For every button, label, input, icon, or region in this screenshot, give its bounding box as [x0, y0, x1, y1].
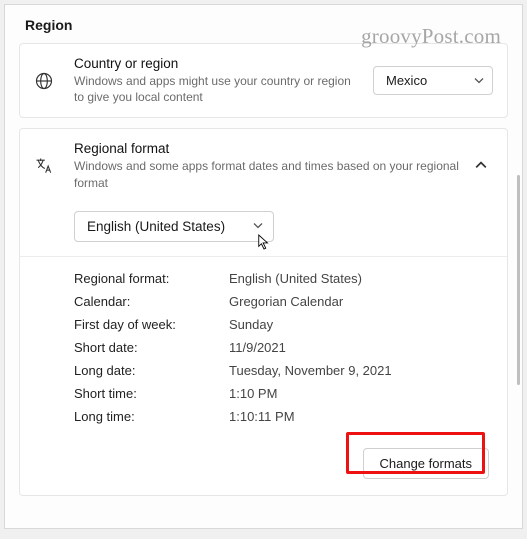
- country-subtext: Windows and apps might use your country …: [74, 73, 363, 105]
- country-dropdown-value: Mexico: [386, 73, 427, 88]
- scrollbar[interactable]: [517, 175, 520, 385]
- detail-row: First day of week:Sunday: [74, 317, 493, 332]
- detail-row: Short date:11/9/2021: [74, 340, 493, 355]
- regional-format-header-row[interactable]: Regional format Windows and some apps fo…: [20, 129, 507, 202]
- chevron-up-icon[interactable]: [469, 159, 493, 174]
- detail-value: 11/9/2021: [229, 340, 493, 355]
- regional-heading: Regional format: [74, 141, 459, 156]
- regional-format-dropdown-value: English (United States): [87, 219, 225, 234]
- detail-row: Regional format:English (United States): [74, 271, 493, 286]
- detail-label: Long date:: [74, 363, 229, 378]
- detail-value: Gregorian Calendar: [229, 294, 493, 309]
- detail-label: Regional format:: [74, 271, 229, 286]
- page-title: Region: [25, 17, 508, 33]
- detail-label: Short time:: [74, 386, 229, 401]
- chevron-down-icon: [474, 73, 484, 88]
- chevron-down-icon: [253, 219, 263, 234]
- regional-format-card: Regional format Windows and some apps fo…: [19, 128, 508, 495]
- detail-label: First day of week:: [74, 317, 229, 332]
- globe-icon: [34, 71, 74, 91]
- country-dropdown[interactable]: Mexico: [373, 66, 493, 95]
- detail-row: Short time:1:10 PM: [74, 386, 493, 401]
- country-heading: Country or region: [74, 56, 363, 71]
- detail-row: Calendar:Gregorian Calendar: [74, 294, 493, 309]
- change-formats-button[interactable]: Change formats: [363, 448, 490, 479]
- detail-value: Sunday: [229, 317, 493, 332]
- detail-row: Long date:Tuesday, November 9, 2021: [74, 363, 493, 378]
- detail-value: Tuesday, November 9, 2021: [229, 363, 493, 378]
- detail-value: 1:10 PM: [229, 386, 493, 401]
- detail-label: Short date:: [74, 340, 229, 355]
- detail-row: Long time:1:10:11 PM: [74, 409, 493, 424]
- country-region-card: Country or region Windows and apps might…: [19, 43, 508, 118]
- regional-format-dropdown[interactable]: English (United States): [74, 211, 274, 242]
- detail-label: Long time:: [74, 409, 229, 424]
- detail-value: 1:10:11 PM: [229, 409, 493, 424]
- detail-value: English (United States): [229, 271, 493, 286]
- regional-subtext: Windows and some apps format dates and t…: [74, 158, 459, 190]
- detail-label: Calendar:: [74, 294, 229, 309]
- language-icon: [34, 156, 74, 176]
- regional-format-details: Regional format:English (United States)C…: [20, 257, 507, 442]
